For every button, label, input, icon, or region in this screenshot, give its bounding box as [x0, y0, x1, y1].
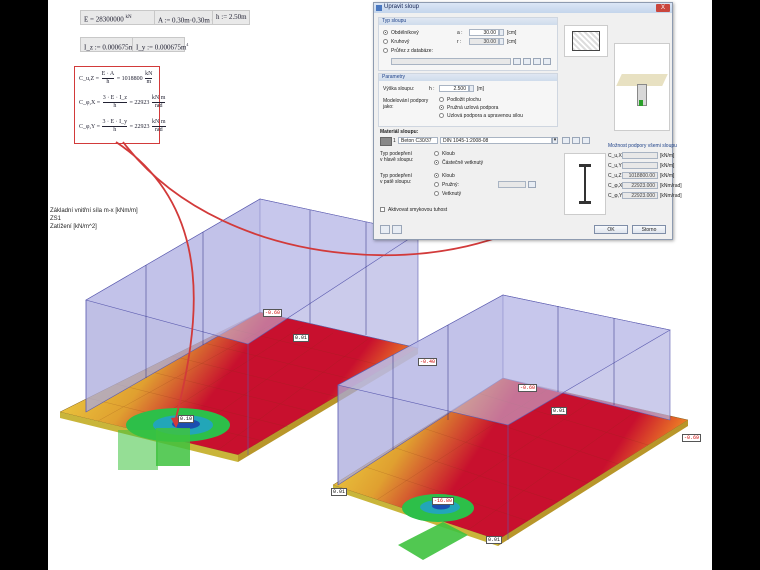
r-label: r : [457, 39, 462, 45]
radio-circular[interactable] [383, 39, 388, 44]
radio-elastic-nodal[interactable] [439, 105, 444, 110]
cancel-button[interactable]: Storno [632, 225, 666, 234]
stiff-unit-phix: [kNm/rad] [660, 183, 682, 189]
radio-rectangular[interactable] [383, 30, 388, 35]
value-label-right-4: 0.01 [331, 488, 348, 496]
material-library-button[interactable] [562, 137, 570, 144]
section-hatch-icon [572, 31, 600, 51]
a-input[interactable]: 30.00 [469, 29, 499, 36]
material-info-button[interactable] [582, 137, 590, 144]
edit-section-button[interactable] [523, 58, 531, 65]
radio-top-hinge-label: Kloub [442, 151, 455, 157]
stiff-unit-uz: [kN/m] [660, 173, 675, 179]
section-tool-button[interactable] [543, 58, 551, 65]
radio-surface-support[interactable] [439, 97, 444, 102]
preview-support-icon [639, 100, 643, 106]
material-label: Materiál sloupu: [380, 129, 419, 135]
radio-surface-support-label: Podložit plochu [447, 97, 481, 103]
material-edit-button[interactable] [572, 137, 580, 144]
radio-circular-label: Kruhový [391, 39, 410, 45]
r-spinner[interactable] [499, 38, 504, 45]
material-number: 1 [393, 138, 396, 144]
value-label-left-1: -0.60 [263, 309, 283, 317]
bottom-elastic-input[interactable] [498, 181, 526, 188]
material-dropdown-icon[interactable]: ▾ [552, 137, 558, 144]
r-input[interactable]: 30.00 [469, 38, 499, 45]
column-type-group: Typ sloupu Obdélníkový Kruhový Průřez z … [378, 17, 558, 71]
material-norm-select[interactable]: DIN 1045-1:2008-08 [440, 137, 552, 144]
section-preview [564, 25, 608, 57]
column-3d-preview [614, 43, 670, 131]
shear-stiffness-checkbox[interactable] [380, 207, 385, 212]
value-label-left-4: 0.10 [178, 415, 195, 423]
radio-bottom-elastic[interactable] [434, 182, 439, 187]
stiff-unit-ux: [kN/m] [660, 153, 675, 159]
material-swatch [380, 137, 392, 146]
database-section-field[interactable] [391, 58, 511, 65]
a-label: a : [457, 30, 463, 36]
radio-top-partial[interactable] [434, 160, 439, 165]
radio-database-label: Průřez z databáze: [391, 48, 433, 54]
height-label: Výška sloupu: [383, 86, 415, 92]
model-label-2: jako: [383, 104, 394, 110]
stiff-unit-uy: [kN/m] [660, 163, 675, 169]
radio-bottom-hinge-label: Kloub [442, 173, 455, 179]
radio-elastic-nodal-label: Pružná uzlová podpora [447, 105, 499, 111]
bottom-elastic-button[interactable] [528, 181, 536, 188]
value-label-right-6: 0.01 [486, 536, 503, 544]
left-column [156, 428, 190, 466]
radio-nodal-adjusted-label: Uzlová podpora a upravenou silou [447, 113, 523, 119]
parameters-group: Parametry Výška sloupu: h : 2.500 [m] Mo… [378, 73, 558, 127]
close-button[interactable]: X [656, 4, 670, 12]
radio-nodal-adjusted[interactable] [439, 113, 444, 118]
column-sketch [564, 153, 606, 215]
app-icon [376, 5, 382, 11]
value-label-right-2: 0.01 [551, 407, 568, 415]
radio-top-hinge[interactable] [434, 151, 439, 156]
height-input[interactable]: 2.500 [439, 85, 469, 92]
r-unit: [cm] [507, 39, 517, 45]
radio-bottom-fixed[interactable] [434, 191, 439, 196]
value-label-right-3: -0.69 [682, 434, 702, 442]
stiff-value-ux[interactable] [622, 152, 658, 159]
i-beam-icon [579, 164, 591, 204]
shear-stiffness-label: Aktivovat smykovou tuhost [388, 207, 448, 213]
stiff-value-phix[interactable]: 22923.000 [622, 182, 658, 189]
dialog-titlebar[interactable]: Upravit sloup X [374, 3, 672, 13]
support-bottom-label-2: v patě sloupu: [380, 179, 412, 185]
radio-bottom-elastic-label: Pružný: [442, 182, 459, 188]
radio-database[interactable] [383, 48, 388, 53]
value-label-right-5: -16.80 [432, 497, 455, 505]
settings-button[interactable] [392, 225, 402, 234]
height-unit: [m] [477, 86, 484, 92]
edit-column-dialog: Upravit sloup X Typ sloupu Obdélníkový K… [373, 2, 682, 240]
value-label-left-2: 0.01 [293, 334, 310, 342]
parameters-header: Parametry [379, 74, 557, 81]
stiffness-header: Možnost podpory všemi sloupu [608, 143, 677, 149]
stiff-value-phiy[interactable]: 22923.000 [622, 192, 658, 199]
material-name[interactable]: Beton C30/37 [398, 137, 438, 144]
library-button[interactable] [513, 58, 521, 65]
value-label-right-1: -0.60 [518, 384, 538, 392]
radio-rectangular-label: Obdélníkový [391, 30, 419, 36]
dialog-title: Upravit sloup [384, 4, 420, 10]
h-label: h : [429, 86, 435, 92]
support-top-label-2: v hlavě sloupu: [380, 157, 414, 163]
a-spinner[interactable] [499, 29, 504, 36]
value-label-left-3: -0.40 [418, 358, 438, 366]
radio-bottom-fixed-label: Vetknutý [442, 191, 462, 197]
left-column-base [118, 430, 158, 470]
radio-bottom-hinge[interactable] [434, 173, 439, 178]
column-type-header: Typ sloupu [379, 18, 557, 25]
ok-button[interactable]: OK [594, 225, 628, 234]
help-button[interactable] [380, 225, 390, 234]
info-button[interactable] [533, 58, 541, 65]
height-spinner[interactable] [469, 85, 474, 92]
stiff-value-uy[interactable] [622, 162, 658, 169]
stiff-unit-phiy: [kNm/rad] [660, 193, 682, 199]
radio-top-partial-label: Částečně vetknutý [442, 160, 484, 166]
a-unit: [cm] [507, 30, 517, 36]
drawing-canvas: E = 28300000 kN A := 0.30m·0.30m = 0.09m… [48, 0, 712, 570]
stiff-value-uz[interactable]: 1018800.00 [622, 172, 658, 179]
